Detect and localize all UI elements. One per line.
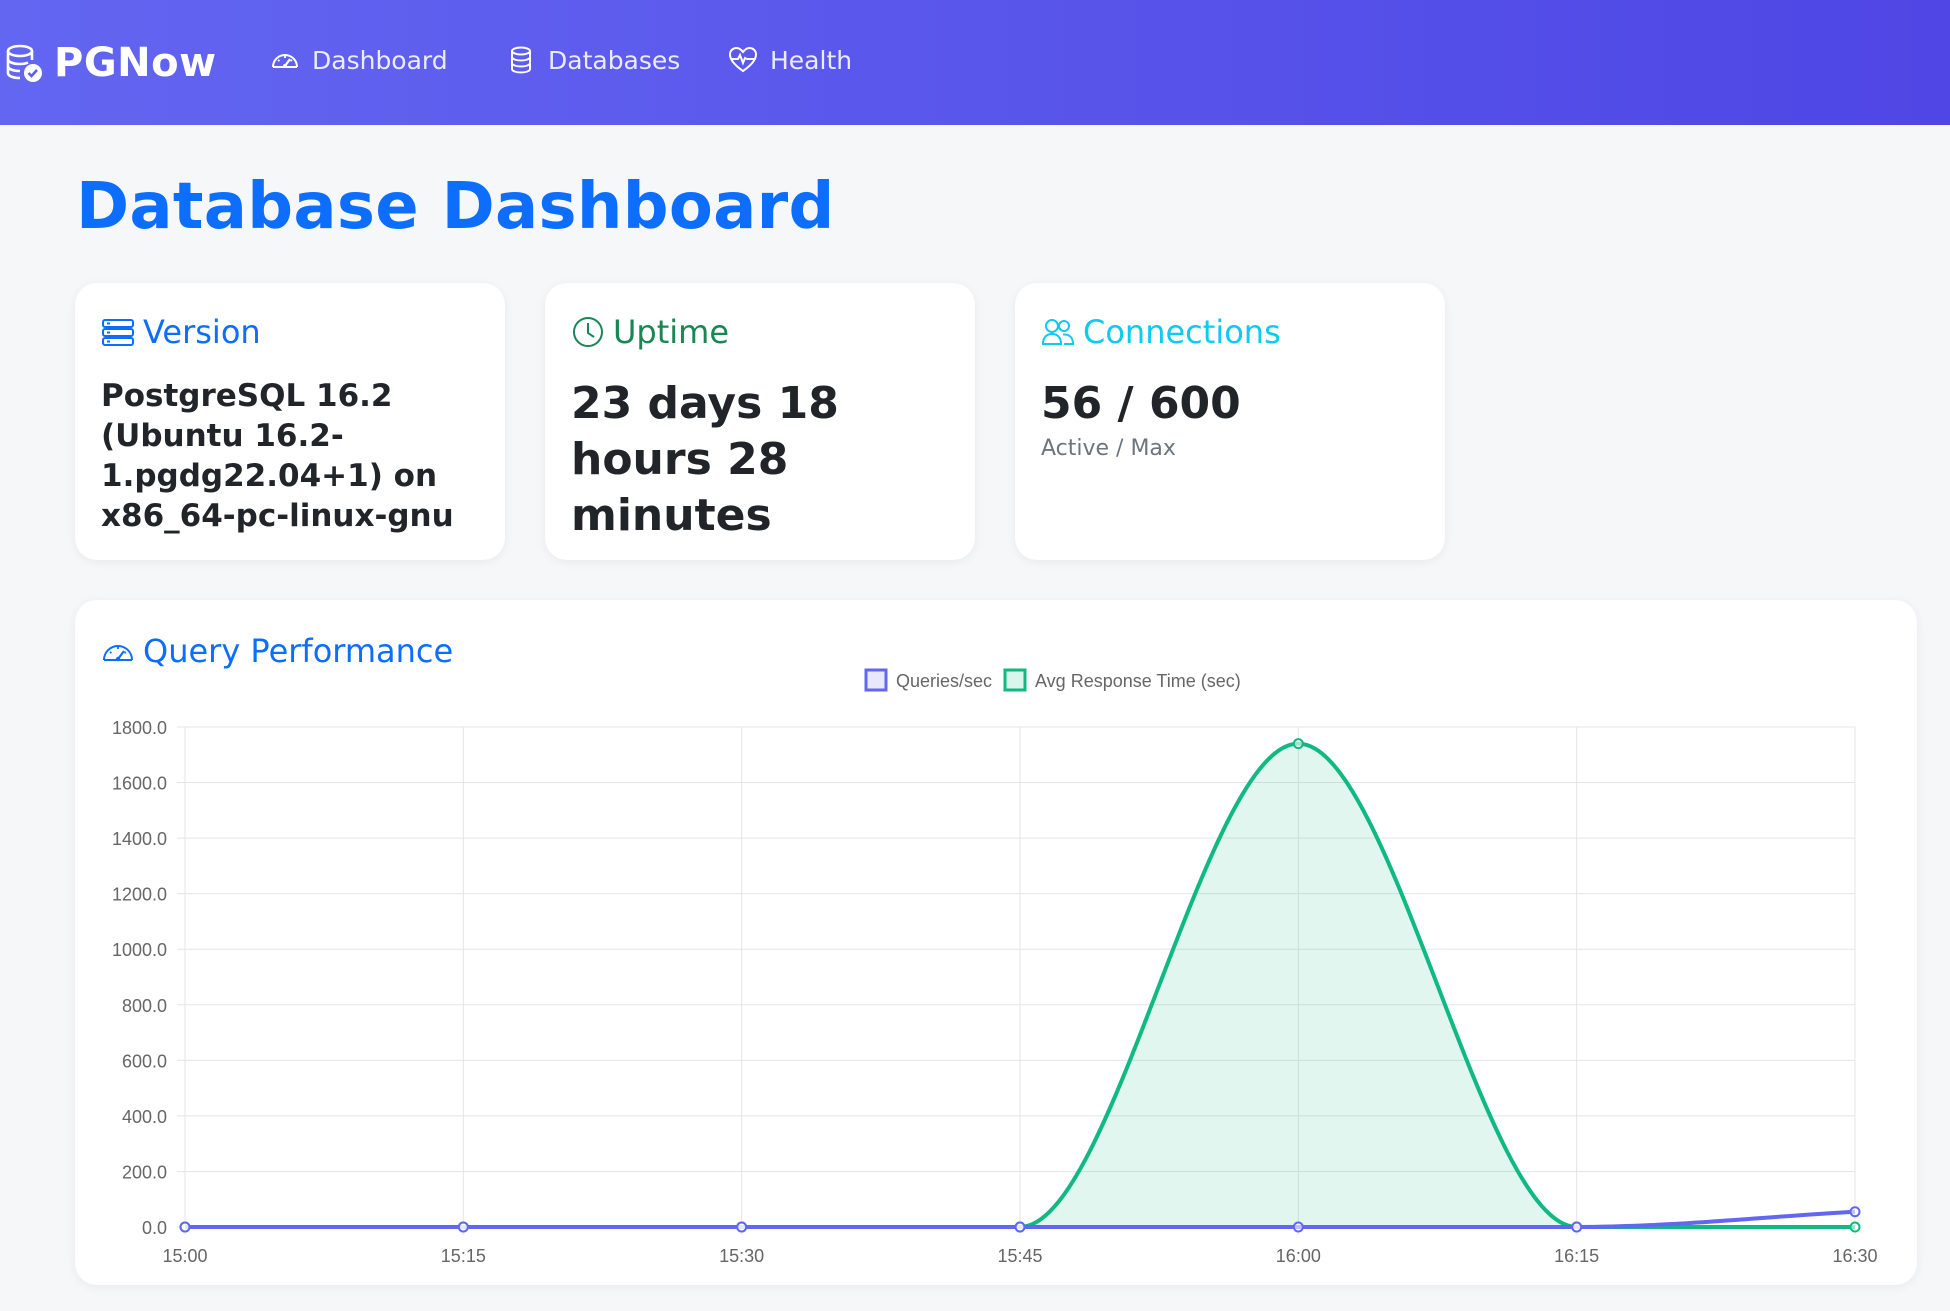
connections-card-header: Connections bbox=[1041, 313, 1281, 351]
people-icon bbox=[1041, 319, 1075, 345]
connections-card: Connections 56 / 600 Active / Max bbox=[1015, 283, 1445, 560]
x-tick-label: 16:30 bbox=[1832, 1246, 1877, 1266]
data-point bbox=[1014, 1221, 1026, 1233]
version-value: PostgreSQL 16.2 (Ubuntu 16.2-1.pgdg22.04… bbox=[101, 378, 454, 534]
x-tick-label: 15:15 bbox=[441, 1246, 486, 1266]
top-navbar: PGNow Dashboard Databases Health bbox=[0, 0, 1950, 125]
legend-swatch bbox=[864, 668, 888, 692]
x-tick-label: 16:00 bbox=[1276, 1246, 1321, 1266]
y-tick-label: 1400.0 bbox=[112, 829, 167, 849]
legend-label: Queries/sec bbox=[896, 671, 992, 691]
y-tick-label: 1600.0 bbox=[112, 774, 167, 794]
x-tick-label: 15:30 bbox=[719, 1246, 764, 1266]
data-point bbox=[1292, 1221, 1304, 1233]
connections-subtitle: Active / Max bbox=[1041, 436, 1176, 461]
nav-databases-label: Databases bbox=[548, 45, 681, 75]
version-card-title: Version bbox=[143, 313, 261, 351]
uptime-card-title: Uptime bbox=[613, 313, 730, 351]
legend-swatch bbox=[1003, 668, 1027, 692]
nav-health[interactable]: Health bbox=[728, 45, 852, 75]
legend-label: Avg Response Time (sec) bbox=[1035, 671, 1241, 691]
clock-icon bbox=[573, 317, 603, 347]
database-check-icon bbox=[6, 44, 42, 82]
uptime-card: Uptime 23 days 18 hours 28 minutes bbox=[545, 283, 975, 560]
y-tick-label: 0.0 bbox=[142, 1218, 167, 1238]
data-point bbox=[1571, 1221, 1583, 1233]
page-title: Database Dashboard bbox=[76, 170, 835, 244]
y-tick-label: 1200.0 bbox=[112, 885, 167, 905]
data-point bbox=[736, 1221, 748, 1233]
nav-databases[interactable]: Databases bbox=[506, 45, 680, 75]
data-point bbox=[179, 1221, 191, 1233]
version-card: Version PostgreSQL 16.2 (Ubuntu 16.2-1.p… bbox=[75, 283, 505, 560]
nav-dashboard-label: Dashboard bbox=[312, 45, 448, 75]
y-tick-label: 800.0 bbox=[122, 996, 167, 1016]
uptime-value: 23 days 18 hours 28 minutes bbox=[571, 378, 839, 541]
y-tick-label: 400.0 bbox=[122, 1107, 167, 1127]
nav-health-label: Health bbox=[770, 45, 853, 75]
database-icon bbox=[511, 46, 531, 74]
y-tick-label: 200.0 bbox=[122, 1162, 167, 1182]
heart-pulse-icon bbox=[728, 46, 758, 73]
brand-name: PGNow bbox=[54, 39, 217, 86]
uptime-card-header: Uptime bbox=[571, 313, 729, 351]
x-tick-label: 15:45 bbox=[997, 1246, 1042, 1266]
y-tick-label: 1800.0 bbox=[112, 718, 167, 738]
version-card-header: Version bbox=[101, 313, 261, 351]
data-point bbox=[1849, 1206, 1861, 1218]
data-point bbox=[1292, 738, 1304, 750]
data-point bbox=[457, 1221, 469, 1233]
y-tick-label: 1000.0 bbox=[112, 940, 167, 960]
y-tick-label: 600.0 bbox=[122, 1051, 167, 1071]
server-icon bbox=[102, 319, 134, 346]
brand[interactable]: PGNow bbox=[5, 40, 217, 86]
nav-dashboard[interactable]: Dashboard bbox=[270, 45, 448, 75]
x-tick-label: 15:00 bbox=[162, 1246, 207, 1266]
query-performance-chart: 1800.0 1600.0 1400.0 1200.0 1000.0 800.0 600.0… bbox=[112, 668, 1878, 1266]
connections-value: 56 / 600 bbox=[1041, 378, 1241, 429]
speedometer-icon bbox=[272, 54, 298, 68]
query-performance-card: Query Performance 1800.0 1600.0 1400.0 1200… bbox=[75, 600, 1917, 1285]
connections-card-title: Connections bbox=[1083, 313, 1281, 351]
x-tick-label: 16:15 bbox=[1554, 1246, 1599, 1266]
data-point bbox=[1849, 1221, 1861, 1233]
